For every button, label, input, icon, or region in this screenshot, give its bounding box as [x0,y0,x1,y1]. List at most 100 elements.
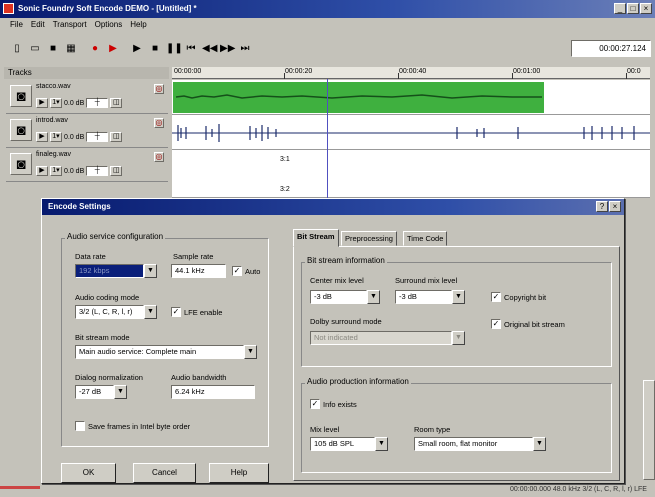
chevron-down-icon: ▼ [244,345,257,359]
ruler-mark: 00:00:00 [174,68,202,75]
time-ruler[interactable]: 00:00:00 00:00:20 00:00:40 00:01:00 00:0 [172,67,650,79]
save-icon[interactable]: ■ [46,42,60,56]
go-start-icon[interactable]: ⏮ [184,42,198,56]
tab-bit-stream[interactable]: Bit Stream [293,229,339,247]
surround-mix-select[interactable]: -3 dB ▼ [395,290,465,304]
audio-clip-introd[interactable] [172,115,650,150]
ruler-mark: 00:00:20 [285,68,313,75]
menu-transport[interactable]: Transport [53,20,87,32]
app-icon [3,3,14,14]
dialog-title: Encode Settings [48,202,111,211]
checkbox-checked-icon: ✓ [310,399,320,409]
center-mix-label: Center mix level [310,276,364,285]
vertical-scrollbar[interactable] [643,380,655,480]
chevron-down-icon: ▼ [533,437,546,451]
gain-slider[interactable]: ┼ [86,98,109,108]
speaker-icon: ◙ [10,85,32,107]
help-button[interactable]: Help [209,463,269,483]
menu-edit[interactable]: Edit [31,20,45,32]
track-header[interactable]: ◙ introd.wav ▶ 1▾ 0.0 dB ┼ ◫ ◎ [6,114,168,148]
play-track-button[interactable]: ▶ [36,132,48,142]
cancel-button[interactable]: Cancel [133,463,196,483]
play-track-button[interactable]: ▶ [36,166,48,176]
app-title-bar: Sonic Foundry Soft Encode DEMO - [Untitl… [0,0,655,18]
minimize-button[interactable]: _ [614,3,626,14]
save-frames-checkbox[interactable]: Save frames in Intel byte order [75,421,190,431]
channel-select[interactable]: 1▾ [50,132,62,142]
data-rate-label: Data rate [75,252,106,261]
help-icon[interactable]: ? [596,201,608,212]
track-header[interactable]: ◙ finaleg.wav ▶ 1▾ 0.0 dB ┼ ◫ ◎ [6,148,168,182]
maximize-button[interactable]: □ [627,3,639,14]
close-icon[interactable]: × [609,201,621,212]
record-arm-button[interactable]: ◎ [154,118,164,128]
ok-button[interactable]: OK [61,463,116,483]
go-end-icon[interactable]: ⏭ [238,42,252,56]
audio-clip-stacco[interactable] [172,80,650,115]
center-mix-select[interactable]: -3 dB ▼ [310,290,380,304]
bitstream-mode-select[interactable]: Main audio service: Complete main ▼ [75,345,257,359]
lfe-enable-checkbox[interactable]: ✓ LFE enable [171,307,222,317]
close-button[interactable]: × [640,3,652,14]
speaker-icon: ◙ [10,153,32,175]
original-bitstream-checkbox[interactable]: ✓ Original bit stream [491,319,565,329]
gain-slider[interactable]: ┼ [86,166,109,176]
dialog-norm-select[interactable]: -27 dB ▼ [75,385,127,399]
forward-icon[interactable]: ▶▶ [220,42,235,56]
bandwidth-label: Audio bandwidth [171,373,227,382]
playhead-cursor[interactable] [327,79,328,199]
rewind-icon[interactable]: ◀◀ [202,42,217,56]
track-lane[interactable]: 3:1 3:2 [172,150,650,198]
sample-rate-label: Sample rate [173,252,214,261]
play-track-button[interactable]: ▶ [36,98,48,108]
record-arm-button[interactable]: ◎ [154,84,164,94]
play-icon[interactable]: ▶ [130,42,144,56]
track-gain: 0.0 dB [64,167,85,175]
gain-slider[interactable]: ┼ [86,132,109,142]
record-arm-button[interactable]: ◎ [154,152,164,162]
new-icon[interactable]: ▯ [10,42,24,56]
menu-help[interactable]: Help [130,20,146,32]
mute-button[interactable]: ◫ [110,98,123,108]
tab-preprocessing[interactable]: Preprocessing [341,231,397,246]
track-lane[interactable] [172,115,650,150]
timecode-display: 00:00:27.124 [571,40,651,57]
audio-config-group-label: Audio service configuration [65,232,166,241]
track-controls: ▶ 1▾ 0.0 dB ┼ ◫ [36,98,123,108]
info-exists-checkbox[interactable]: ✓ Info exists [310,399,357,409]
record-icon[interactable]: ● [88,42,102,56]
stop-icon[interactable]: ■ [148,42,162,56]
mix-level-select[interactable]: 105 dB SPL ▼ [310,437,388,451]
surround-mix-label: Surround mix level [395,276,458,285]
tab-time-code[interactable]: Time Code [403,231,448,246]
track-name: introd.wav [36,117,68,124]
mute-button[interactable]: ◫ [110,132,123,142]
play-all-icon[interactable]: ▶ [106,42,120,56]
dialog-norm-label: Dialog normalization [75,373,143,382]
chevron-down-icon: ▼ [144,305,157,319]
copyright-checkbox[interactable]: ✓ Copyright bit [491,292,546,302]
sample-rate-field[interactable]: 44.1 kHz [171,264,226,278]
pause-icon[interactable]: ❚❚ [166,42,183,56]
menu-file[interactable]: File [10,20,23,32]
production-info-label: Audio production information [305,377,411,386]
menu-options[interactable]: Options [95,20,123,32]
dolby-surround-select[interactable]: Not indicated ▼ [310,331,465,345]
mix-level-label: Mix level [310,425,340,434]
chevron-down-icon: ▼ [452,290,465,304]
track-lane[interactable] [172,80,650,115]
room-type-select[interactable]: Small room, flat monitor ▼ [414,437,546,451]
save-all-icon[interactable]: ▦ [64,42,78,56]
channel-select[interactable]: 1▾ [50,98,62,108]
coding-mode-select[interactable]: 3/2 (L, C, R, l, r) ▼ [75,305,157,319]
channel-select[interactable]: 1▾ [50,166,62,176]
production-info-group [301,383,612,473]
bandwidth-field[interactable]: 6.24 kHz [171,385,255,399]
data-rate-select[interactable]: 192 kbps ▼ [75,264,157,278]
dialog-title-bar: Encode Settings [42,199,624,215]
mute-button[interactable]: ◫ [110,166,123,176]
track-header[interactable]: ◙ stacco.wav ▶ 1▾ 0.0 dB ┼ ◫ ◎ [6,80,168,114]
open-icon[interactable]: ▭ [28,42,42,56]
auto-checkbox[interactable]: ✓ Auto [232,266,260,276]
status-accent [0,486,40,489]
